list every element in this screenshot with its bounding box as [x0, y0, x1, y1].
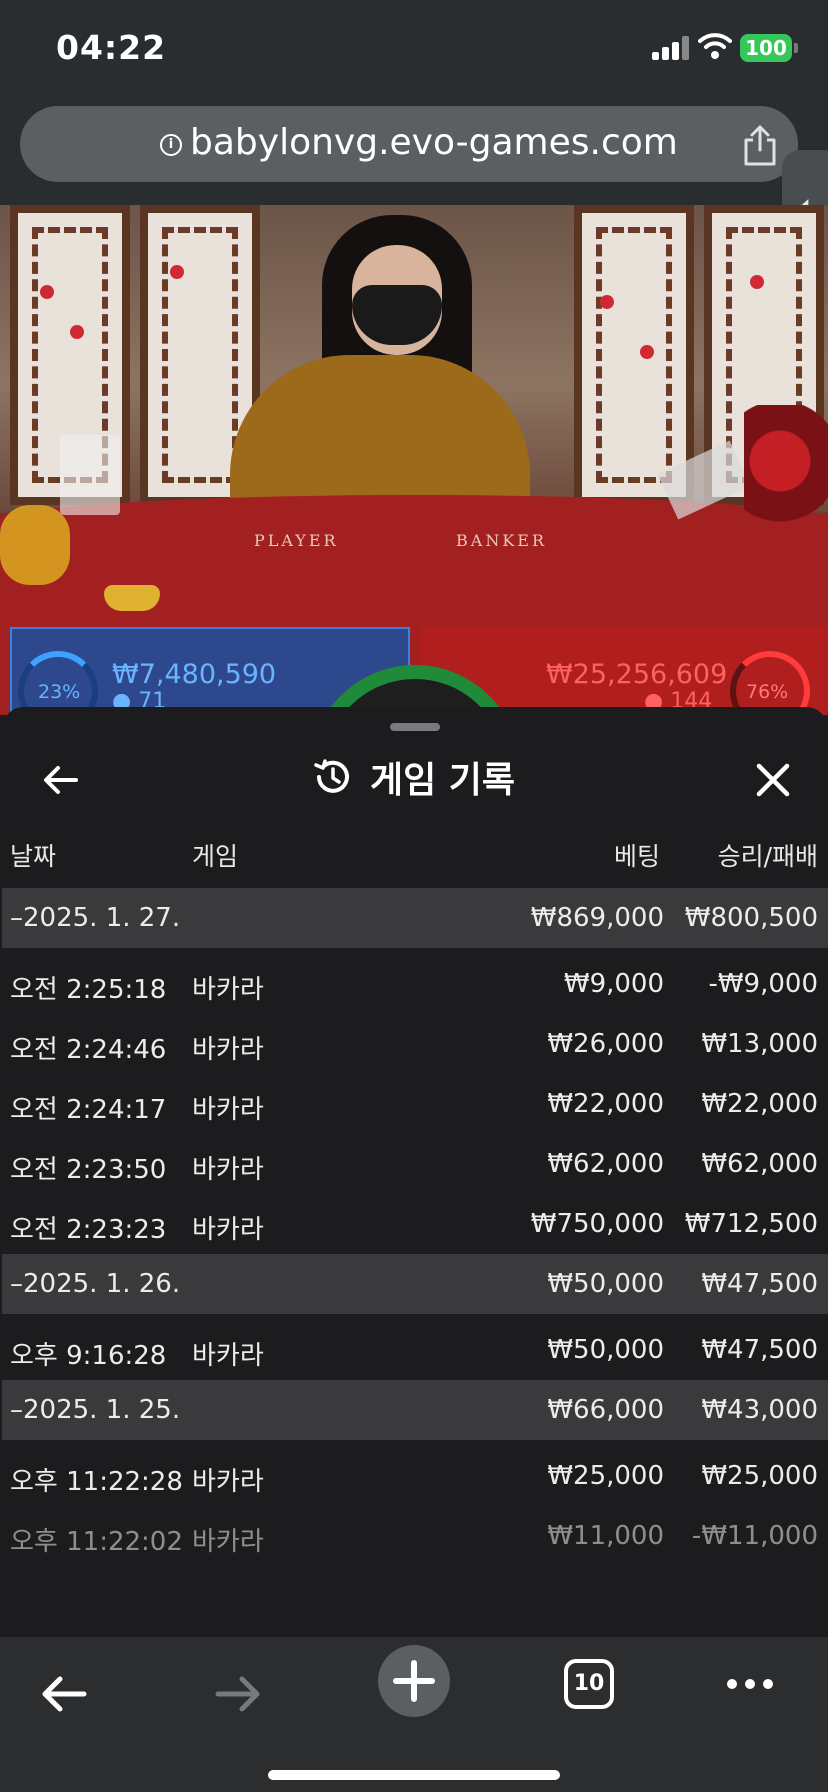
- row-time: 오후 11:22:02: [10, 1527, 183, 1557]
- gold-ornament: [0, 505, 70, 585]
- row-bet: ₩11,000: [547, 1521, 664, 1551]
- group-result-total: ₩47,500: [701, 1269, 818, 1299]
- row-result: ₩13,000: [701, 1029, 818, 1059]
- group-bet-total: ₩66,000: [547, 1395, 664, 1425]
- row-time: 오전 2:23:23: [10, 1215, 167, 1245]
- share-icon[interactable]: [740, 124, 780, 166]
- group-date: –2025. 1. 25.: [10, 1395, 181, 1425]
- column-bet[interactable]: 베팅: [614, 837, 660, 873]
- row-bet: ₩25,000: [547, 1461, 664, 1491]
- ellipsis-icon[interactable]: [726, 1677, 774, 1691]
- history-table-body: –2025. 1. 27. ₩869,000 ₩800,500 오전 2:25:…: [2, 888, 828, 1566]
- group-date: –2025. 1. 26.: [10, 1269, 181, 1299]
- player-total-bet: ₩7,480,590: [112, 659, 277, 690]
- row-bet: ₩26,000: [547, 1029, 664, 1059]
- row-time: 오전 2:23:50: [10, 1155, 167, 1185]
- live-video-feed: PLAYER BANKER 23% 76% ₩7,480,590 ₩25,256…: [0, 205, 828, 715]
- group-bet-total: ₩869,000: [530, 903, 664, 933]
- game-history-sheet: 게임 기록 날짜 게임 베팅 승리/패배 –2025. 1. 27. ₩869,…: [2, 707, 828, 1637]
- flower-decoration: [744, 405, 828, 545]
- row-time: 오후 9:16:28: [10, 1341, 167, 1371]
- url-text[interactable]: babylonvg.evo-games.com: [190, 122, 678, 163]
- cellular-signal-icon: [652, 36, 690, 60]
- address-bar[interactable]: i babylonvg.evo-games.com: [20, 106, 798, 182]
- row-bet: ₩50,000: [547, 1335, 664, 1365]
- home-indicator[interactable]: [268, 1770, 560, 1780]
- site-info-icon[interactable]: i: [160, 134, 182, 156]
- group-result-total: ₩43,000: [701, 1395, 818, 1425]
- new-tab-button[interactable]: [378, 1645, 450, 1717]
- wifi-icon: [698, 33, 732, 59]
- row-result: -₩9,000: [708, 969, 818, 999]
- row-time: 오전 2:24:17: [10, 1095, 167, 1125]
- browser-toolbar: 10: [0, 1637, 828, 1792]
- history-table-header: 날짜 게임 베팅 승리/패배: [2, 831, 828, 877]
- table-row[interactable]: 오후 11:22:28 바카라 ₩25,000 ₩25,000: [2, 1446, 828, 1506]
- date-group-row[interactable]: –2025. 1. 27. ₩869,000 ₩800,500: [2, 888, 828, 948]
- row-result: ₩25,000: [701, 1461, 818, 1491]
- row-bet: ₩750,000: [530, 1209, 664, 1239]
- sheet-header: 게임 기록: [312, 747, 515, 807]
- decor-screen: [574, 205, 694, 505]
- table-row[interactable]: 오후 11:22:02 바카라 ₩11,000 -₩11,000: [2, 1506, 828, 1566]
- browser-back-icon[interactable]: [38, 1671, 90, 1717]
- sheet-title: 게임 기록: [370, 760, 516, 801]
- table-row[interactable]: 오후 9:16:28 바카라 ₩50,000 ₩47,500: [2, 1320, 828, 1380]
- group-date: –2025. 1. 27.: [10, 903, 181, 933]
- table-row[interactable]: 오전 2:23:50 바카라 ₩62,000 ₩62,000: [2, 1134, 828, 1194]
- felt-player-label: PLAYER: [254, 531, 339, 550]
- table-row[interactable]: 오전 2:24:46 바카라 ₩26,000 ₩13,000: [2, 1014, 828, 1074]
- row-bet: ₩62,000: [547, 1149, 664, 1179]
- plus-icon: [393, 1660, 435, 1702]
- sheet-grabber[interactable]: [390, 723, 440, 731]
- group-result-total: ₩800,500: [684, 903, 818, 933]
- row-time: 오후 11:22:28: [10, 1467, 183, 1497]
- row-result: ₩22,000: [701, 1089, 818, 1119]
- close-icon[interactable]: [750, 757, 796, 803]
- table-row[interactable]: 오전 2:24:17 바카라 ₩22,000 ₩22,000: [2, 1074, 828, 1134]
- browser-forward-icon[interactable]: [212, 1671, 264, 1717]
- group-bet-total: ₩50,000: [547, 1269, 664, 1299]
- table-row[interactable]: 오전 2:25:18 바카라 ₩9,000 -₩9,000: [2, 954, 828, 1014]
- banker-percent: 76%: [746, 681, 789, 703]
- back-arrow-icon[interactable]: [38, 757, 84, 803]
- date-group-row[interactable]: –2025. 1. 25. ₩66,000 ₩43,000: [2, 1380, 828, 1440]
- row-bet: ₩9,000: [563, 969, 664, 999]
- felt-banker-label: BANKER: [456, 531, 547, 550]
- status-time: 04:22: [56, 28, 167, 67]
- gold-ingot: [104, 585, 160, 611]
- row-result: ₩62,000: [701, 1149, 818, 1179]
- row-result: ₩712,500: [684, 1209, 818, 1239]
- row-game: 바카라: [192, 1215, 264, 1245]
- row-game: 바카라: [192, 1527, 264, 1557]
- browser-chrome: 04:22 100 i babylonvg.evo-games.com: [0, 0, 828, 205]
- row-game: 바카라: [192, 1035, 264, 1065]
- table-row[interactable]: 오전 2:23:23 바카라 ₩750,000 ₩712,500: [2, 1194, 828, 1254]
- column-win-loss[interactable]: 승리/패배: [718, 837, 818, 873]
- column-date[interactable]: 날짜: [10, 837, 56, 873]
- banker-total-bet: ₩25,256,609: [546, 659, 728, 690]
- column-game[interactable]: 게임: [192, 837, 238, 873]
- row-game: 바카라: [192, 975, 264, 1005]
- player-percent: 23%: [38, 681, 81, 703]
- row-time: 오전 2:25:18: [10, 975, 167, 1005]
- date-group-row[interactable]: –2025. 1. 26. ₩50,000 ₩47,500: [2, 1254, 828, 1314]
- history-icon: [314, 759, 349, 793]
- battery-icon: 100: [740, 34, 792, 62]
- row-result: -₩11,000: [691, 1521, 818, 1551]
- battery-tip: [794, 43, 798, 53]
- row-bet: ₩22,000: [547, 1089, 664, 1119]
- row-result: ₩47,500: [701, 1335, 818, 1365]
- card-box: [60, 435, 120, 515]
- row-time: 오전 2:24:46: [10, 1035, 167, 1065]
- row-game: 바카라: [192, 1095, 264, 1125]
- row-game: 바카라: [192, 1155, 264, 1185]
- row-game: 바카라: [192, 1341, 264, 1371]
- tab-count-button[interactable]: 10: [564, 1659, 614, 1709]
- row-game: 바카라: [192, 1467, 264, 1497]
